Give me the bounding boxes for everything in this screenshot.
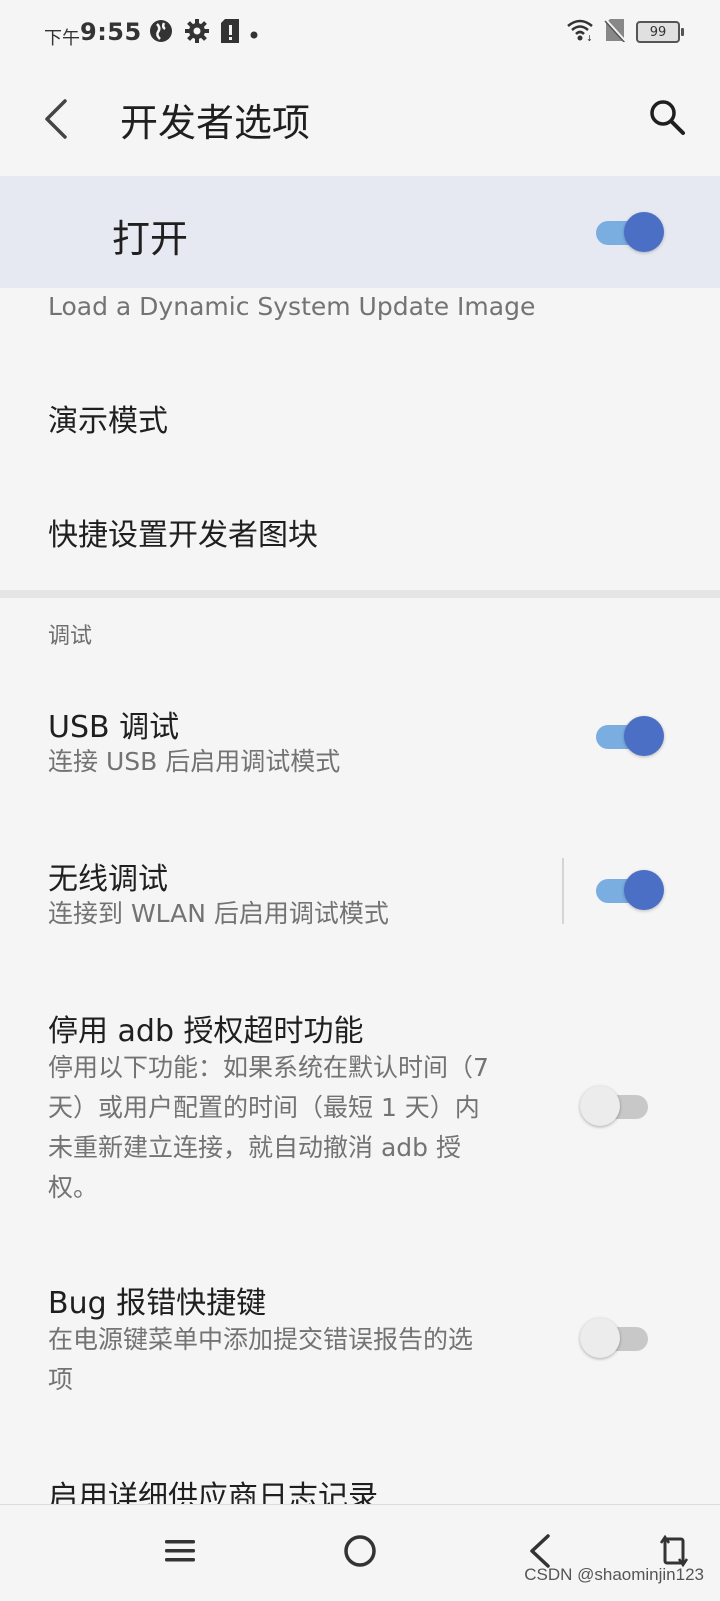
navigation-bar bbox=[0, 1504, 720, 1601]
back-button[interactable] bbox=[36, 94, 76, 144]
list-item-verbose-vendor-logging[interactable]: 启用详细供应商日志记录 bbox=[0, 1458, 720, 1504]
master-switch-label: 打开 bbox=[112, 217, 189, 261]
list-item-summary-line-3: 未重新建立连接，就自动撤消 adb 授 bbox=[48, 1133, 461, 1162]
search-icon bbox=[650, 100, 685, 135]
list-item-title: 启用详细供应商日志记录 bbox=[48, 1480, 378, 1504]
status-time-prefix: 下午 bbox=[44, 28, 80, 49]
toggle-thumb bbox=[580, 1086, 620, 1126]
svg-text:↓: ↓ bbox=[586, 34, 593, 42]
section-divider bbox=[0, 590, 720, 598]
list-item-demo-mode[interactable]: 演示模式 bbox=[0, 380, 720, 460]
list-item-title: USB 调试 bbox=[48, 710, 180, 745]
home-icon bbox=[344, 1535, 376, 1567]
back-arrow-icon bbox=[45, 99, 67, 139]
nav-menu-button[interactable] bbox=[156, 1527, 204, 1575]
list-item-summary: 连接 USB 后启用调试模式 bbox=[48, 747, 341, 776]
list-item-title: 演示模式 bbox=[48, 404, 168, 439]
status-icons-right: ↓ 99 bbox=[566, 18, 684, 46]
toggle-thumb bbox=[624, 870, 664, 910]
dot-icon bbox=[250, 24, 258, 43]
list-item-quick-settings-tiles[interactable]: 快捷设置开发者图块 bbox=[0, 494, 720, 574]
master-switch-toggle[interactable] bbox=[592, 212, 664, 252]
watermark: CSDN @shaominjin123 bbox=[524, 1565, 704, 1584]
wireless-debugging-toggle[interactable] bbox=[592, 870, 664, 910]
master-switch-banner[interactable]: 打开 bbox=[0, 176, 720, 288]
list-item-summary-line-1: 在电源键菜单中添加提交错误报告的选 bbox=[48, 1325, 474, 1354]
list-item-summary-line-2: 项 bbox=[48, 1365, 74, 1394]
no-sim-icon bbox=[604, 18, 626, 46]
battery-level: 99 bbox=[649, 24, 667, 40]
menu-icon bbox=[165, 1540, 195, 1562]
toggle-thumb bbox=[580, 1318, 620, 1358]
list-item-summary: 连接到 WLAN 后启用调试模式 bbox=[48, 899, 389, 928]
app-bar: 开发者选项 bbox=[0, 64, 720, 176]
usb-debugging-toggle[interactable] bbox=[592, 716, 664, 756]
list-item-usb-debugging[interactable]: USB 调试 连接 USB 后启用调试模式 bbox=[0, 690, 720, 800]
list-item-title: 停用 adb 授权超时功能 bbox=[48, 1014, 364, 1049]
wifi-icon: ↓ bbox=[566, 18, 594, 46]
rotate-icon bbox=[659, 1534, 689, 1568]
status-bar: 下午 9:55 ↓ 99 bbox=[0, 0, 720, 64]
toggle-thumb bbox=[624, 716, 664, 756]
sim-alert-icon bbox=[220, 18, 240, 48]
list-item-title: 无线调试 bbox=[48, 862, 168, 897]
nav-home-button[interactable] bbox=[336, 1527, 384, 1575]
page-title: 开发者选项 bbox=[120, 101, 311, 145]
toggle-thumb bbox=[624, 212, 664, 252]
back-icon bbox=[530, 1534, 550, 1568]
settings-gear-icon bbox=[184, 18, 210, 48]
list-item-adb-auth-timeout[interactable]: 停用 adb 授权超时功能 停用以下功能：如果系统在默认时间（7 天）或用户配置… bbox=[0, 994, 720, 1214]
list-item-summary-line-4: 权。 bbox=[48, 1173, 99, 1202]
list-item-summary-line-1: 停用以下功能：如果系统在默认时间（7 bbox=[48, 1053, 489, 1082]
category-title-debug: 调试 bbox=[48, 624, 93, 649]
list-item-title: 快捷设置开发者图块 bbox=[48, 518, 318, 553]
vpn-globe-icon bbox=[148, 18, 174, 48]
vertical-divider bbox=[562, 858, 564, 924]
status-time: 9:55 bbox=[80, 18, 142, 46]
list-item-summary-line-2: 天）或用户配置的时间（最短 1 天）内 bbox=[48, 1093, 480, 1122]
status-icons-left bbox=[148, 18, 258, 48]
battery-icon: 99 bbox=[636, 21, 684, 43]
search-button[interactable] bbox=[644, 94, 690, 140]
adb-auth-timeout-toggle[interactable] bbox=[580, 1086, 652, 1126]
list-item-title: Bug 报错快捷键 bbox=[48, 1286, 267, 1321]
list-item-dsu[interactable]: Load a Dynamic System Update Image bbox=[48, 292, 535, 321]
bug-report-shortcut-toggle[interactable] bbox=[580, 1318, 652, 1358]
list-item-bug-report-shortcut[interactable]: Bug 报错快捷键 在电源键菜单中添加提交错误报告的选 项 bbox=[0, 1266, 720, 1406]
